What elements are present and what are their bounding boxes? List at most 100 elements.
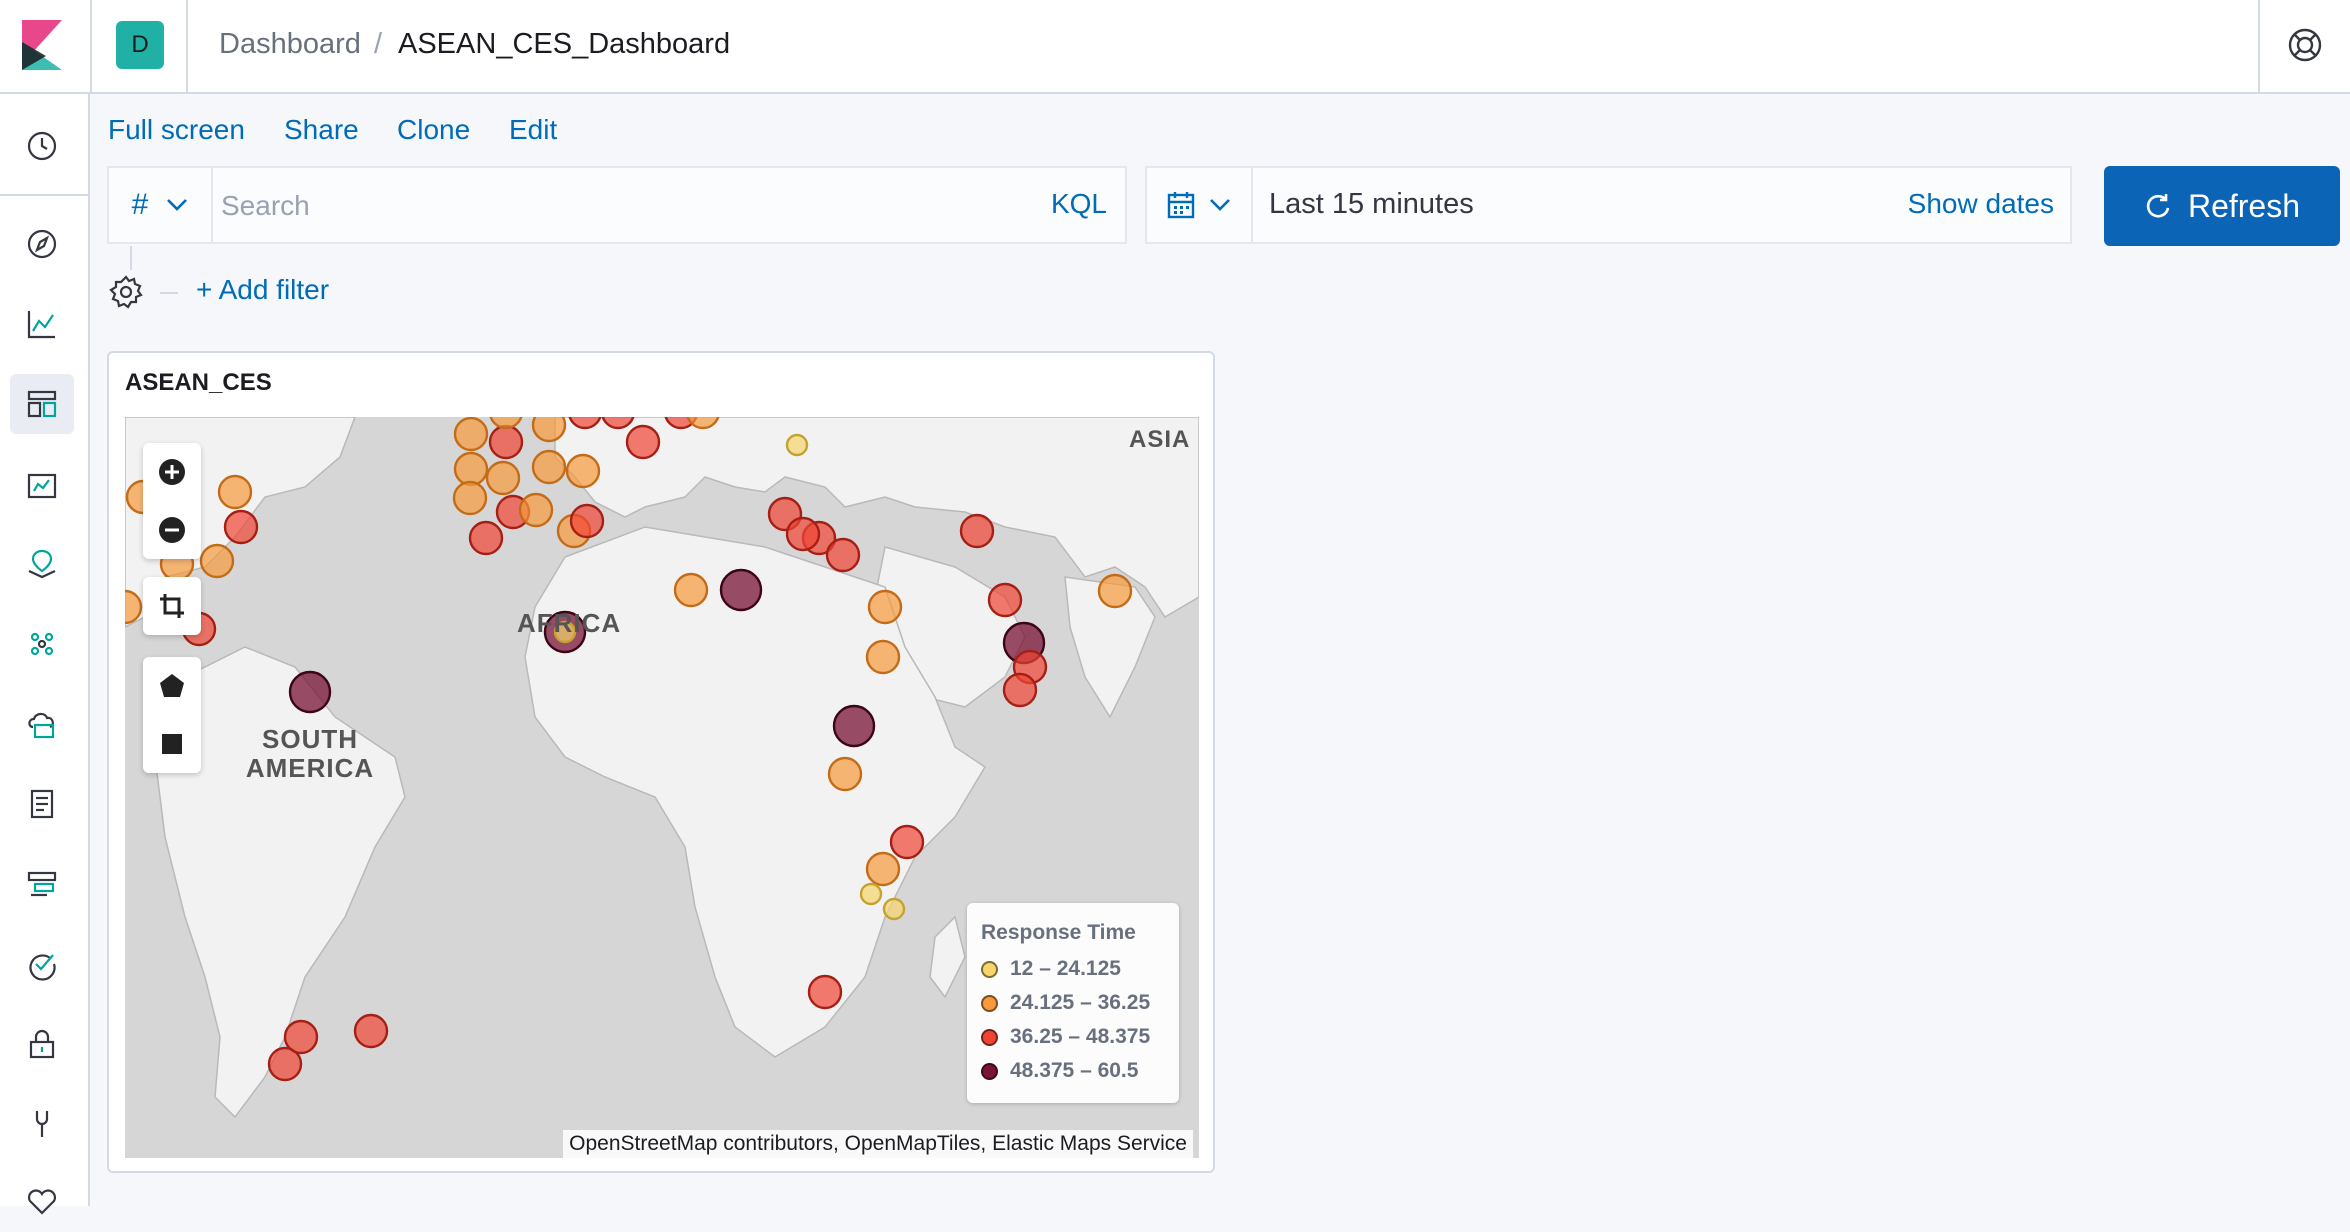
map-marker[interactable]: [825, 537, 861, 573]
map-marker[interactable]: [125, 589, 143, 625]
date-range-text[interactable]: Last 15 minutes: [1269, 188, 1474, 221]
map-marker[interactable]: [223, 509, 259, 545]
canvas-icon[interactable]: [10, 454, 74, 514]
quick-select-button[interactable]: [1147, 168, 1253, 242]
date-picker: Last 15 minutes Show dates: [1145, 166, 2072, 244]
monitoring-icon[interactable]: [10, 1172, 74, 1232]
map-marker[interactable]: [531, 449, 567, 485]
map-marker[interactable]: [531, 417, 567, 443]
draw-rectangle-button[interactable]: [143, 715, 201, 773]
map-marker[interactable]: [489, 417, 523, 430]
crop-icon: [160, 594, 184, 618]
map-marker[interactable]: [353, 1013, 389, 1049]
map-marker[interactable]: [1002, 672, 1038, 708]
plus-circle-icon: [159, 459, 185, 485]
map-marker[interactable]: [568, 417, 602, 430]
breadcrumb-dashboard[interactable]: Dashboard: [219, 28, 361, 61]
dashboard-icon[interactable]: [10, 374, 74, 434]
panel-title: ASEAN_CES: [125, 369, 272, 396]
fit-bounds-button[interactable]: [143, 577, 201, 635]
maps-icon[interactable]: [10, 534, 74, 594]
kibana-logo[interactable]: [22, 20, 62, 70]
map-marker[interactable]: [569, 503, 605, 539]
map-marker[interactable]: [1097, 573, 1133, 609]
clone-link[interactable]: Clone: [397, 114, 470, 146]
map-marker[interactable]: [488, 424, 524, 460]
siem-icon[interactable]: [10, 1014, 74, 1074]
map-marker[interactable]: [959, 513, 995, 549]
infrastructure-icon[interactable]: [10, 694, 74, 754]
kql-toggle[interactable]: KQL: [1051, 188, 1107, 220]
map-marker[interactable]: [468, 520, 504, 556]
space-avatar[interactable]: D: [116, 21, 164, 69]
saved-query-button[interactable]: #: [109, 168, 213, 242]
map-marker[interactable]: [452, 480, 488, 516]
map-marker[interactable]: [485, 460, 521, 496]
apm-icon[interactable]: [10, 854, 74, 914]
zoom-in-button[interactable]: [143, 443, 201, 501]
legend-swatch: [981, 960, 998, 978]
chevron-down-icon: [167, 199, 188, 211]
fit-bounds-control: [143, 577, 201, 635]
chevron-down-icon: [1210, 199, 1230, 211]
ml-icon[interactable]: [10, 614, 74, 674]
map-marker[interactable]: [865, 639, 901, 675]
map-marker[interactable]: [453, 451, 489, 487]
zoom-out-button[interactable]: [143, 501, 201, 559]
refresh-button[interactable]: Refresh: [2104, 166, 2340, 246]
map-marker[interactable]: [827, 756, 863, 792]
draw-controls: [143, 657, 201, 773]
breadcrumb-separator: /: [374, 28, 383, 60]
legend-title: Response Time: [981, 921, 1136, 944]
map-marker[interactable]: [865, 851, 901, 887]
map-marker[interactable]: [987, 582, 1023, 618]
map-marker[interactable]: [859, 882, 883, 906]
map-marker[interactable]: [785, 516, 821, 552]
square-icon: [162, 734, 182, 754]
full-screen-link[interactable]: Full screen: [108, 114, 245, 146]
search-input[interactable]: [219, 178, 983, 234]
map-marker[interactable]: [565, 453, 601, 489]
map-marker[interactable]: [199, 543, 235, 579]
map-marker[interactable]: [785, 433, 809, 457]
gear-icon[interactable]: [108, 274, 144, 310]
add-filter-button[interactable]: + Add filter: [196, 274, 329, 306]
show-dates-link[interactable]: Show dates: [1908, 188, 2054, 220]
map-marker[interactable]: [518, 492, 554, 528]
map-label-africa: AFRICA: [517, 608, 622, 638]
discover-compass-icon[interactable]: [10, 214, 74, 274]
filter-divider: [160, 292, 178, 294]
map-marker[interactable]: [686, 417, 720, 430]
map-marker[interactable]: [807, 974, 843, 1010]
coordinate-map[interactable]: ASIA AFRICA SOUTH AMERICA Response Time …: [125, 417, 1199, 1158]
map-marker[interactable]: [601, 417, 635, 430]
map-marker[interactable]: [882, 897, 906, 921]
map-marker[interactable]: [217, 474, 253, 510]
share-link[interactable]: Share: [284, 114, 359, 146]
map-marker[interactable]: [719, 568, 763, 612]
legend-swatch: [981, 1062, 998, 1080]
map-marker[interactable]: [889, 824, 925, 860]
map-marker[interactable]: [453, 417, 489, 452]
map-panel: ASEAN_CES ASIA AFRICA SOUTH AMERICA Resp…: [107, 351, 1215, 1173]
map-marker[interactable]: [625, 424, 661, 460]
uptime-icon[interactable]: [10, 934, 74, 994]
map-marker[interactable]: [867, 589, 903, 625]
map-marker[interactable]: [283, 1019, 319, 1055]
nav-divider: [0, 194, 88, 196]
map-marker[interactable]: [673, 572, 709, 608]
map-marker[interactable]: [288, 670, 332, 714]
logs-icon[interactable]: [10, 774, 74, 834]
draw-polygon-button[interactable]: [143, 657, 201, 715]
map-marker[interactable]: [832, 704, 876, 748]
help-icon[interactable]: [2287, 27, 2323, 63]
dev-tools-wrench-icon[interactable]: [10, 1094, 74, 1154]
legend-item: 36.25 – 48.375: [981, 1025, 1150, 1049]
visualize-icon[interactable]: [10, 294, 74, 354]
map-attribution[interactable]: OpenStreetMap contributors, OpenMapTiles…: [563, 1130, 1193, 1158]
edit-link[interactable]: Edit: [509, 114, 557, 146]
filter-connector: [130, 246, 132, 270]
recently-viewed-clock-icon[interactable]: [10, 116, 74, 176]
header-divider: [186, 0, 188, 94]
top-header: D Dashboard / ASEAN_CES_Dashboard: [0, 0, 2350, 94]
